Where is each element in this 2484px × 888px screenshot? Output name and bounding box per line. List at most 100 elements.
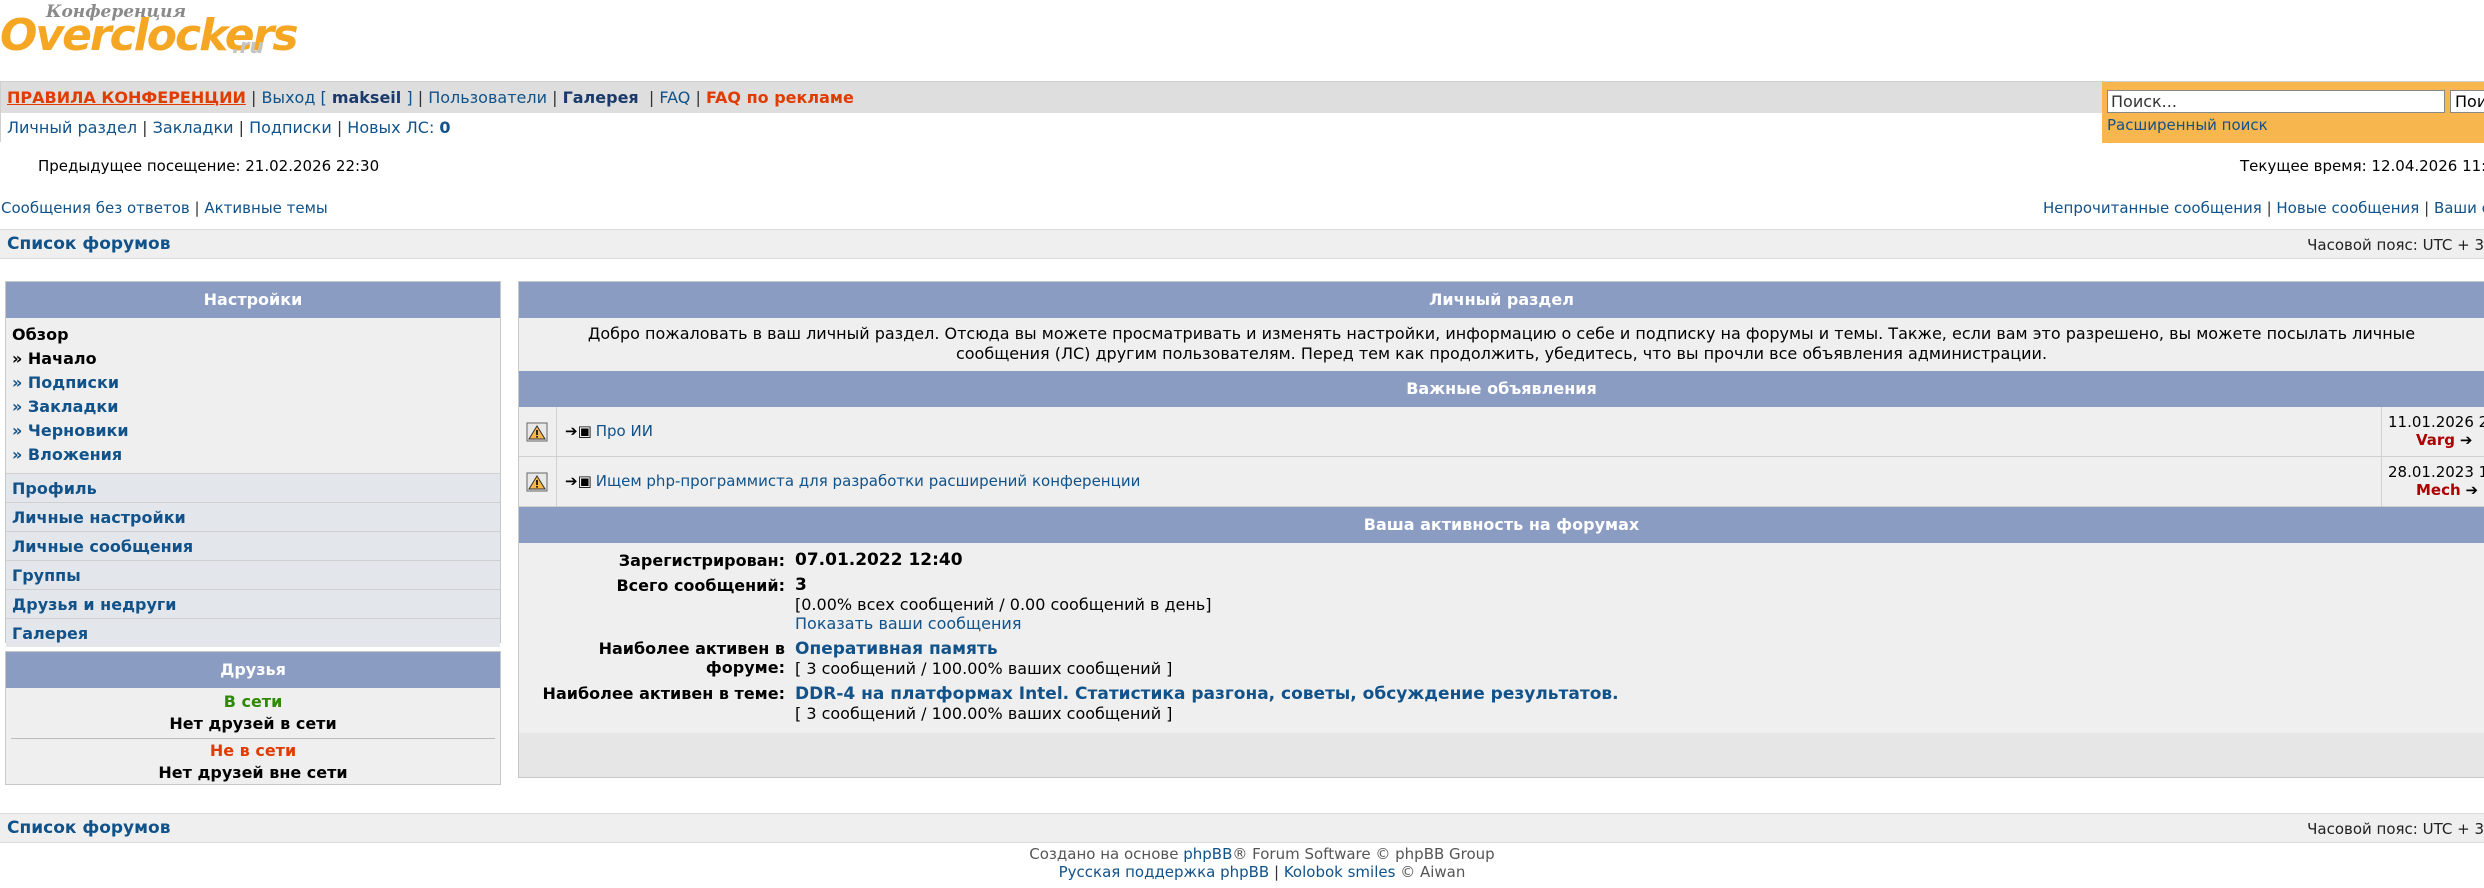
footer-aiwan: © Aiwan	[1400, 863, 1466, 881]
advanced-search-link[interactable]: Расширенный поиск	[2107, 116, 2268, 134]
current-time: Текущее время: 12.04.2026 11:30	[2240, 157, 2484, 175]
navbar-top: Список форумов Часовой пояс: UTC + 3	[0, 229, 2484, 259]
section-friends-foes[interactable]: Друзья и недруги	[6, 589, 500, 618]
announcement-icon	[519, 457, 557, 507]
new-pm-link[interactable]: Новых ЛС: 0	[347, 118, 450, 137]
gallery-link[interactable]: Галерея	[563, 88, 639, 107]
friends-divider	[11, 738, 495, 739]
menu-item-start[interactable]: » Начало	[12, 347, 494, 371]
section-private-messages[interactable]: Личные сообщения	[6, 531, 500, 560]
username: makseil	[331, 88, 402, 107]
new-pm-count: 0	[439, 118, 451, 137]
menu-item-subscriptions[interactable]: » Подписки	[12, 371, 494, 395]
logo-domain: .ru	[232, 34, 264, 58]
announcement-row: ➔▣Про ИИ 11.01.2026 22:59 Varg ➔	[519, 407, 2484, 457]
forum-index-link[interactable]: Список форумов	[7, 234, 170, 254]
friends-offline-none: Нет друзей вне сети	[158, 763, 348, 782]
footer-line-1: Создано на основе phpBB® Forum Software …	[40, 845, 2484, 863]
footer: Создано на основе phpBB® Forum Software …	[0, 845, 2484, 881]
registered-label: Зарегистрирован:	[618, 551, 785, 570]
section-gallery[interactable]: Галерея	[6, 618, 500, 647]
main-header: Личный раздел	[519, 282, 2484, 318]
search-button[interactable]: Поиск	[2450, 90, 2484, 113]
active-topic-row: Наиболее активен в теме: DDR-4 на платфо…	[519, 684, 2484, 723]
ucp-link[interactable]: Личный раздел	[7, 118, 137, 137]
posts-stats: [0.00% всех сообщений / 0.00 сообщений в…	[795, 595, 1212, 614]
active-topic-label: Наиболее активен в теме:	[542, 684, 785, 703]
friends-online-none: Нет друзей в сети	[169, 714, 337, 733]
announcement-author[interactable]: Mech	[2416, 481, 2461, 499]
active-topics-link[interactable]: Активные темы	[204, 199, 327, 217]
settings-sections: Профиль Личные настройки Личные сообщени…	[6, 473, 500, 647]
show-posts-link[interactable]: Показать ваши сообщения	[795, 614, 1021, 633]
overview-title: Обзор	[12, 325, 69, 344]
timezone: Часовой пояс: UTC + 3	[2307, 236, 2484, 254]
new-post-icon[interactable]: ➔▣	[565, 422, 592, 440]
timezone-bottom: Часовой пояс: UTC + 3	[2307, 820, 2484, 838]
friends-online-title: В сети	[223, 692, 283, 711]
posts-row: Всего сообщений: 3 [0.00% всех сообщений…	[519, 575, 2484, 634]
subscriptions-link[interactable]: Подписки	[249, 118, 332, 137]
menu-item-drafts[interactable]: » Черновики	[12, 419, 494, 443]
section-personal-settings[interactable]: Личные настройки	[6, 502, 500, 531]
settings-panel: Настройки Обзор » Начало » Подписки » За…	[5, 281, 501, 647]
announcement-meta: 28.01.2023 11:52 Mech ➔	[2381, 457, 2484, 507]
last-post-icon[interactable]: ➔	[2465, 481, 2478, 499]
active-forum-row: Наиболее активен в форуме: Оперативная п…	[519, 639, 2484, 678]
rules-link[interactable]: ПРАВИЛА КОНФЕРЕНЦИИ	[7, 88, 246, 107]
quick-links-right: Непрочитанные сообщения | Новые сообщени…	[2043, 199, 2484, 217]
friends-header: Друзья	[6, 652, 500, 688]
logout-link[interactable]: Выход [ makseil ]	[261, 88, 412, 107]
logout-suffix: ]	[406, 88, 413, 107]
active-forum-stats: [ 3 сообщений / 100.00% ваших сообщений …	[795, 659, 1173, 678]
settings-header: Настройки	[6, 282, 500, 318]
announcement-title-wrap: ➔▣ Про ИИ	[565, 422, 653, 440]
active-forum-link[interactable]: Оперативная память	[795, 639, 998, 659]
faq-link[interactable]: FAQ	[659, 88, 690, 107]
posts-value: 3	[795, 575, 807, 595]
announcement-author[interactable]: Varg	[2416, 431, 2455, 449]
kolobok-link[interactable]: Kolobok smiles	[1284, 863, 1396, 881]
new-posts-link[interactable]: Новые сообщения	[2276, 199, 2419, 217]
menu-item-attachments[interactable]: » Вложения	[12, 443, 494, 467]
overview-block: Обзор » Начало » Подписки » Закладки » Ч…	[6, 318, 500, 467]
last-post-icon[interactable]: ➔	[2460, 431, 2473, 449]
footer-created-suffix: ® Forum Software © phpBB Group	[1232, 845, 1495, 863]
announcement-icon	[519, 407, 557, 457]
unanswered-link[interactable]: Сообщения без ответов	[1, 199, 190, 217]
announcement-meta: 11.01.2026 22:59 Varg ➔	[2381, 407, 2484, 457]
faq-ads-link[interactable]: FAQ по рекламе	[706, 88, 854, 107]
announcements-header: Важные объявления	[519, 371, 2484, 407]
search-input[interactable]: Поиск...	[2107, 90, 2445, 113]
registered-row: Зарегистрирован: 07.01.2022 12:40	[519, 550, 2484, 571]
announcement-title[interactable]: Про ИИ	[596, 422, 653, 440]
site-logo[interactable]: Конференция Overclockers .ru	[0, 0, 299, 70]
friends-panel: Друзья В сети Нет друзей в сети Не в сет…	[5, 651, 501, 785]
active-topic-stats: [ 3 сообщений / 100.00% ваших сообщений …	[795, 704, 1173, 723]
announcement-row: ➔▣ Ищем php-программиста для разработки р…	[519, 457, 2484, 507]
bookmarks-link[interactable]: Закладки	[153, 118, 234, 137]
footer-line-2: Русская поддержка phpBB | Kolobok smiles…	[1058, 863, 1466, 881]
new-post-icon[interactable]: ➔▣	[565, 472, 592, 490]
section-profile[interactable]: Профиль	[6, 473, 500, 502]
forum-index-link-bottom[interactable]: Список форумов	[7, 818, 170, 838]
welcome-text: Добро пожаловать в ваш личный раздел. От…	[519, 318, 2484, 371]
logout-prefix: Выход [	[261, 88, 327, 107]
your-posts-link[interactable]: Ваши сообщения	[2434, 199, 2484, 217]
menu-item-bookmarks[interactable]: » Закладки	[12, 395, 494, 419]
phpbb-link[interactable]: phpBB	[1183, 845, 1232, 863]
activity-block: Зарегистрирован: 07.01.2022 12:40 Всего …	[519, 543, 2484, 733]
registered-value: 07.01.2022 12:40	[795, 550, 963, 570]
search-box: Поиск... Поиск Расширенный поиск	[2102, 82, 2484, 143]
active-topic-link[interactable]: DDR-4 на платформах Intel. Статистика ра…	[795, 684, 1619, 704]
announcement-title[interactable]: Ищем php-программиста для разработки рас…	[596, 472, 1141, 490]
top-menu-row-1: ПРАВИЛА КОНФЕРЕНЦИИ | Выход [ makseil ] …	[1, 82, 2103, 113]
footer-created-prefix: Создано на основе	[1029, 845, 1179, 863]
users-link[interactable]: Пользователи	[428, 88, 547, 107]
friends-offline-title: Не в сети	[209, 741, 297, 760]
section-groups[interactable]: Группы	[6, 560, 500, 589]
unread-link[interactable]: Непрочитанные сообщения	[2043, 199, 2262, 217]
posts-label: Всего сообщений:	[616, 576, 785, 595]
top-menu: ПРАВИЛА КОНФЕРЕНЦИИ | Выход [ makseil ] …	[0, 81, 2484, 143]
ru-support-link[interactable]: Русская поддержка phpBB	[1059, 863, 1270, 881]
